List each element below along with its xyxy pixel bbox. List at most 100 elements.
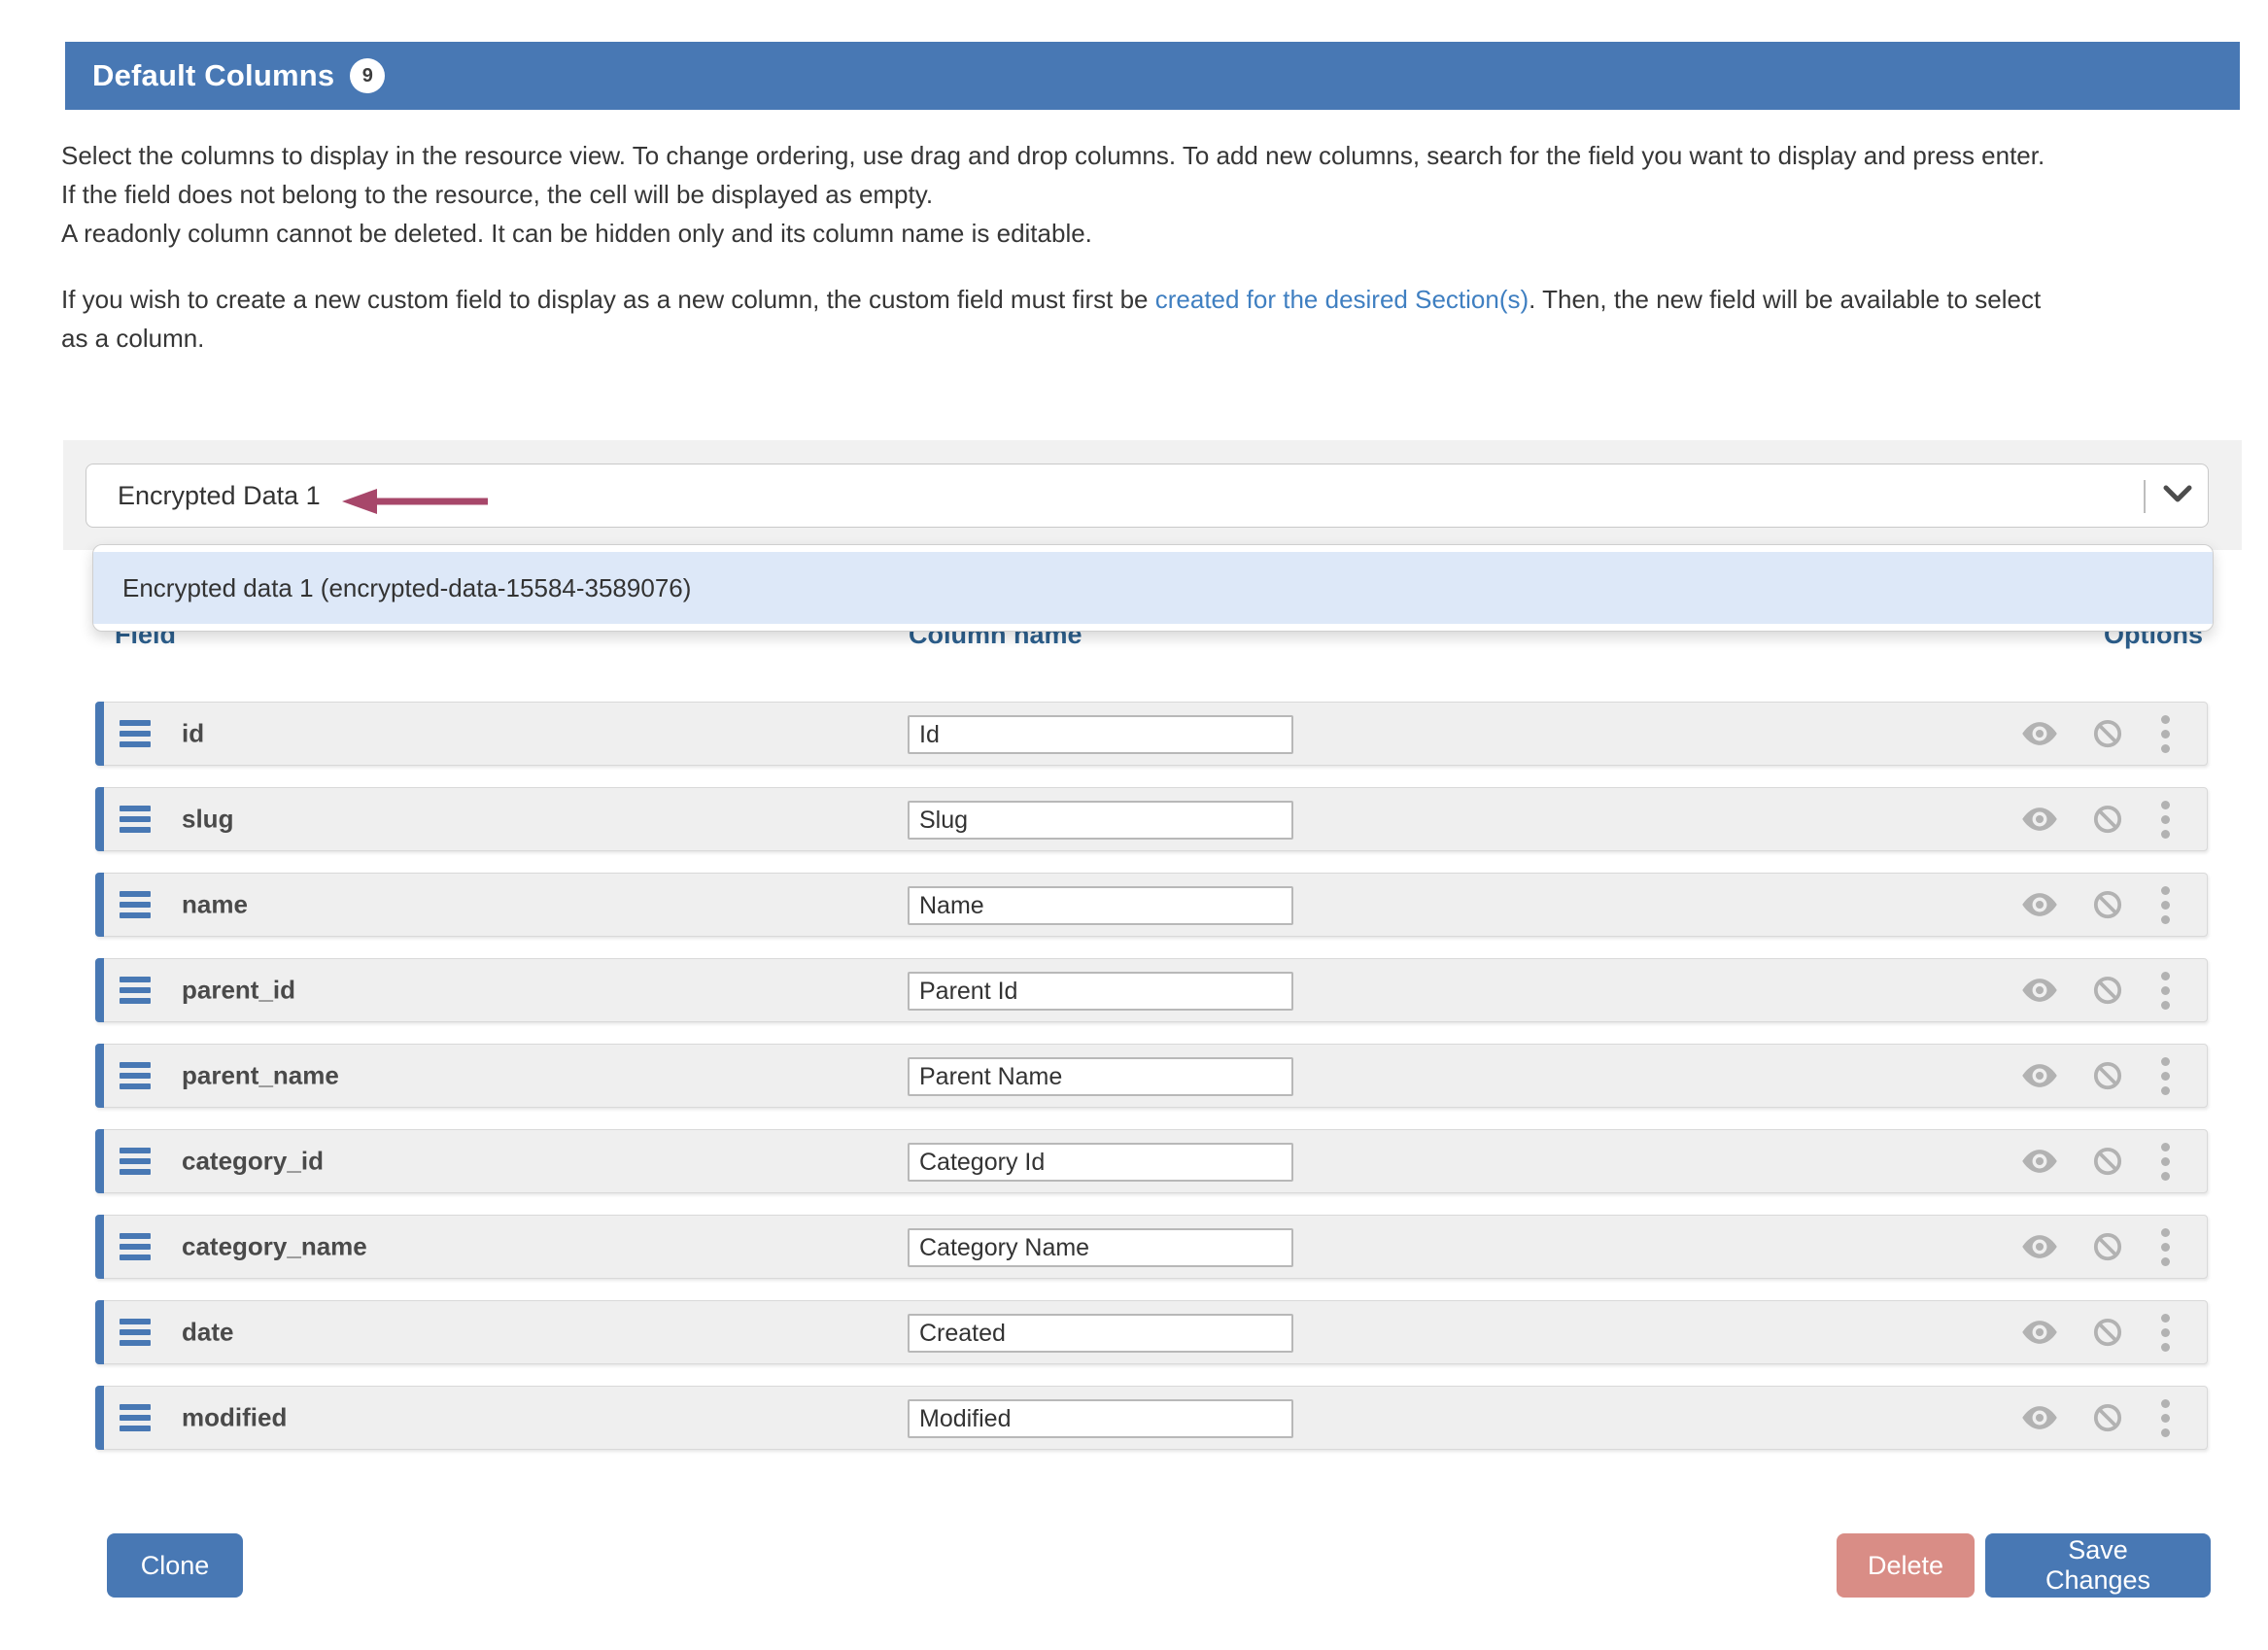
intro-line-2: If the field does not belong to the reso… xyxy=(61,175,2045,214)
drag-handle-icon[interactable] xyxy=(118,1058,153,1093)
row-accent-bar xyxy=(95,873,104,937)
field-search-box xyxy=(86,464,2209,528)
column-name-input[interactable] xyxy=(908,801,1293,840)
field-name: parent_id xyxy=(182,976,295,1006)
custom-field-text-pre: If you wish to create a new custom field… xyxy=(61,285,1155,314)
eye-icon[interactable] xyxy=(2021,1234,2058,1259)
column-name-input[interactable] xyxy=(908,1228,1293,1267)
table-row: modified xyxy=(95,1386,2208,1450)
kebab-menu-icon[interactable] xyxy=(2157,1141,2174,1183)
table-row: parent_name xyxy=(95,1044,2208,1108)
ban-icon[interactable] xyxy=(2093,976,2122,1005)
row-options xyxy=(2021,1301,2174,1363)
eye-icon[interactable] xyxy=(2021,807,2058,832)
column-name-input[interactable] xyxy=(908,972,1293,1011)
row-accent-bar xyxy=(95,1215,104,1279)
column-name-input[interactable] xyxy=(908,1399,1293,1438)
kebab-menu-icon[interactable] xyxy=(2157,1055,2174,1097)
ban-icon[interactable] xyxy=(2093,890,2122,919)
eye-icon[interactable] xyxy=(2021,978,2058,1003)
table-row: category_id xyxy=(95,1129,2208,1193)
custom-field-line-1: If you wish to create a new custom field… xyxy=(61,280,2041,319)
field-name: parent_name xyxy=(182,1061,339,1091)
column-count-badge: 9 xyxy=(350,58,385,93)
drag-handle-icon[interactable] xyxy=(118,802,153,837)
drag-handle-icon[interactable] xyxy=(118,1315,153,1350)
drag-handle-icon[interactable] xyxy=(118,973,153,1008)
delete-button[interactable]: Delete xyxy=(1837,1533,1975,1598)
ban-icon[interactable] xyxy=(2093,719,2122,748)
kebab-menu-icon[interactable] xyxy=(2157,1312,2174,1354)
eye-icon[interactable] xyxy=(2021,1320,2058,1345)
intro-line-1: Select the columns to display in the res… xyxy=(61,136,2045,175)
kebab-menu-icon[interactable] xyxy=(2157,713,2174,755)
field-name: modified xyxy=(182,1403,287,1433)
ban-icon[interactable] xyxy=(2093,1232,2122,1261)
field-name: name xyxy=(182,890,248,920)
drag-handle-icon[interactable] xyxy=(118,716,153,751)
custom-field-text-post: . Then, the new field will be available … xyxy=(1529,285,2041,314)
eye-icon[interactable] xyxy=(2021,1405,2058,1430)
custom-field-paragraph: If you wish to create a new custom field… xyxy=(61,280,2041,358)
eye-icon[interactable] xyxy=(2021,1063,2058,1088)
column-name-input[interactable] xyxy=(908,1314,1293,1353)
page-title: Default Columns xyxy=(92,58,334,93)
column-name-input[interactable] xyxy=(908,1057,1293,1096)
drag-handle-icon[interactable] xyxy=(118,1144,153,1179)
rows: id slug xyxy=(95,702,2208,1471)
input-divider xyxy=(2144,480,2146,513)
row-accent-bar xyxy=(95,1300,104,1364)
drag-handle-icon[interactable] xyxy=(118,1400,153,1435)
eye-icon[interactable] xyxy=(2021,1149,2058,1174)
row-options xyxy=(2021,1216,2174,1278)
row-options xyxy=(2021,703,2174,765)
row-accent-bar xyxy=(95,702,104,766)
field-name: slug xyxy=(182,805,233,835)
row-accent-bar xyxy=(95,1129,104,1193)
custom-field-line-2: as a column. xyxy=(61,319,2041,358)
ban-icon[interactable] xyxy=(2093,1318,2122,1347)
ban-icon[interactable] xyxy=(2093,1061,2122,1090)
column-name-input[interactable] xyxy=(908,886,1293,925)
row-accent-bar xyxy=(95,1386,104,1450)
ban-icon[interactable] xyxy=(2093,1403,2122,1432)
row-options xyxy=(2021,1387,2174,1449)
row-accent-bar xyxy=(95,1044,104,1108)
field-name: date xyxy=(182,1318,233,1348)
table-row: category_name xyxy=(95,1215,2208,1279)
drag-handle-icon[interactable] xyxy=(118,1229,153,1264)
column-name-input[interactable] xyxy=(908,1143,1293,1182)
table-row: parent_id xyxy=(95,958,2208,1022)
row-options xyxy=(2021,788,2174,850)
table-row: name xyxy=(95,873,2208,937)
kebab-menu-icon[interactable] xyxy=(2157,799,2174,841)
row-options xyxy=(2021,959,2174,1021)
save-changes-button[interactable]: Save Changes xyxy=(1985,1533,2211,1598)
eye-icon[interactable] xyxy=(2021,721,2058,746)
kebab-menu-icon[interactable] xyxy=(2157,1397,2174,1439)
row-options xyxy=(2021,1045,2174,1107)
eye-icon[interactable] xyxy=(2021,892,2058,917)
table-row: date xyxy=(95,1300,2208,1364)
clone-button[interactable]: Clone xyxy=(107,1533,243,1598)
create-section-link[interactable]: created for the desired Section(s) xyxy=(1155,285,1529,314)
ban-icon[interactable] xyxy=(2093,805,2122,834)
field-name: category_id xyxy=(182,1147,324,1177)
kebab-menu-icon[interactable] xyxy=(2157,970,2174,1012)
chevron-down-icon[interactable] xyxy=(2163,485,2192,504)
field-name: category_name xyxy=(182,1232,367,1262)
column-name-input[interactable] xyxy=(908,715,1293,754)
kebab-menu-icon[interactable] xyxy=(2157,1226,2174,1268)
ban-icon[interactable] xyxy=(2093,1147,2122,1176)
table-row: slug xyxy=(95,787,2208,851)
section-header: Default Columns 9 xyxy=(65,42,2240,110)
search-suggestions-dropdown: Encrypted data 1 (encrypted-data-15584-3… xyxy=(92,544,2214,632)
kebab-menu-icon[interactable] xyxy=(2157,884,2174,926)
suggestion-option[interactable]: Encrypted data 1 (encrypted-data-15584-3… xyxy=(93,552,2213,624)
row-accent-bar xyxy=(95,958,104,1022)
table-row: id xyxy=(95,702,2208,766)
drag-handle-icon[interactable] xyxy=(118,887,153,922)
default-columns-page: Default Columns 9 Select the columns to … xyxy=(0,0,2268,1650)
field-name: id xyxy=(182,719,204,749)
field-search-input[interactable] xyxy=(86,464,2208,527)
